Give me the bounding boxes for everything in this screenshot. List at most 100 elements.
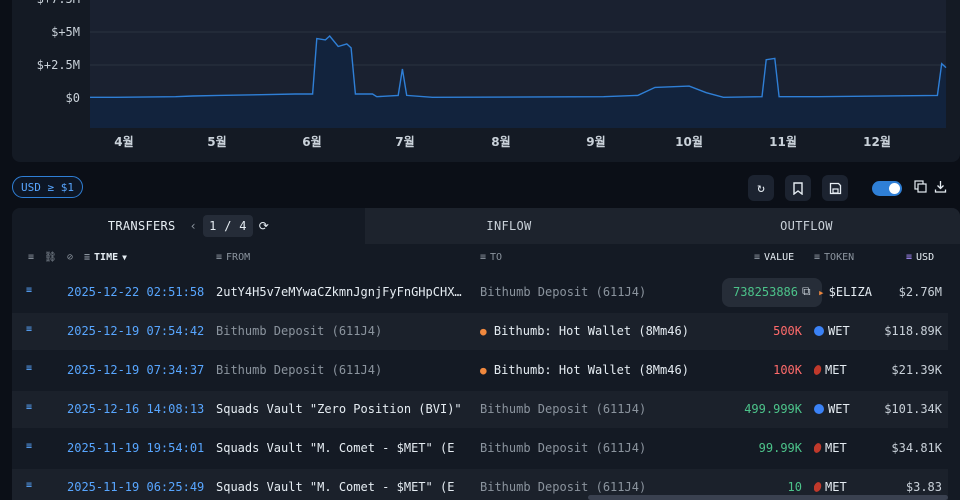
y-tick-label: $+2.5M — [37, 58, 80, 72]
row-value[interactable]: 500K — [773, 324, 802, 338]
row-to[interactable]: ● Bithumb: Hot Wallet (8Mm46) — [480, 363, 720, 377]
row-to[interactable]: Bithumb Deposit (611J4) — [480, 285, 720, 299]
x-tick-label: 7월 — [395, 134, 414, 149]
row-value[interactable]: 499.999K — [744, 402, 802, 416]
row-to[interactable]: ● Bithumb: Hot Wallet (8Mm46) — [480, 324, 720, 338]
row-to[interactable]: Bithumb Deposit (611J4) — [480, 441, 720, 455]
y-tick-label: $0 — [66, 91, 80, 105]
row-time[interactable]: 2025-12-19 07:54:42 — [67, 324, 204, 338]
filter-icon[interactable]: ≡ — [28, 252, 34, 263]
row-icon: ≡ — [26, 402, 33, 413]
row-to[interactable]: Bithumb Deposit (611J4) — [480, 480, 720, 494]
met-token-icon — [814, 481, 823, 493]
row-time[interactable]: 2025-11-19 06:25:49 — [67, 480, 204, 494]
wet-token-icon — [814, 404, 824, 414]
link-icon[interactable]: ⛓ — [44, 252, 57, 263]
bithumb-icon: ● — [480, 364, 487, 377]
tab-outflow[interactable]: OUTFLOW — [653, 208, 960, 244]
row-token[interactable]: MET — [814, 441, 847, 455]
usd-filter-label: USD ≥ $1 — [21, 180, 74, 194]
alert-refresh-button[interactable]: ↻ — [748, 175, 774, 201]
row-value[interactable]: 99.99K — [759, 441, 802, 455]
row-time[interactable]: 2025-12-16 14:08:13 — [67, 402, 204, 416]
column-time[interactable]: ≡ TIME ▼ — [84, 252, 127, 263]
x-tick-label: 5월 — [207, 134, 226, 149]
row-usd: $118.89K — [884, 324, 942, 338]
row-from[interactable]: Bithumb Deposit (611J4) — [216, 363, 466, 377]
row-token[interactable]: ▸ $ELIZA — [818, 285, 872, 299]
row-usd: $34.81K — [891, 441, 942, 455]
refresh-icon[interactable]: ⟳ — [259, 219, 269, 233]
usd-filter-pill[interactable]: USD ≥ $1 — [12, 176, 83, 198]
row-icon: ≡ — [26, 480, 33, 491]
met-token-icon — [814, 442, 823, 454]
table-row[interactable]: ≡ 2025-12-19 07:34:37 Bithumb Deposit (6… — [12, 352, 948, 389]
flow-chart: $+7.5M $+5M $+2.5M $0 4월 5월 6월 7월 8월 9월 10월 11월 12월 — [37, 0, 947, 149]
row-icon: ≡ — [26, 363, 33, 374]
tab-inflow[interactable]: INFLOW — [365, 208, 653, 244]
tab-transfers[interactable]: TRANSFERS ‹ 1 / 4 ⟳ — [12, 208, 365, 244]
tab-inflow-label: INFLOW — [486, 219, 532, 233]
row-icon: ≡ — [26, 324, 33, 335]
column-usd[interactable]: ≡ USD — [906, 252, 934, 263]
chevron-left-icon[interactable]: ‹ — [190, 219, 198, 233]
row-token[interactable]: MET — [814, 480, 847, 494]
row-icon: ≡ — [26, 441, 33, 452]
x-tick-label: 4월 — [114, 134, 133, 149]
chart-panel: $+7.5M $+5M $+2.5M $0 4월 5월 6월 7월 8월 9월 10월 11월 12월 — [12, 0, 960, 162]
save-icon — [829, 182, 841, 194]
y-tick-label: $+7.5M — [37, 0, 80, 6]
copy-icon — [914, 180, 927, 193]
copy-icon[interactable]: ⧉ — [802, 284, 811, 299]
wet-token-icon — [814, 326, 824, 336]
row-from[interactable]: Bithumb Deposit (611J4) — [216, 324, 466, 338]
column-value[interactable]: ≡ VALUE — [754, 252, 794, 263]
row-value[interactable]: 10 — [788, 480, 802, 494]
toggle-switch[interactable] — [872, 181, 902, 196]
row-value[interactable]: 738253886 — [733, 285, 798, 299]
row-usd: $101.34K — [884, 402, 942, 416]
row-time[interactable]: 2025-12-22 02:51:58 — [67, 285, 204, 299]
column-from[interactable]: ≡ FROM — [216, 252, 250, 263]
row-token[interactable]: MET — [814, 363, 847, 377]
row-from[interactable]: Squads Vault "M. Comet - $MET" (E — [216, 441, 466, 455]
row-to[interactable]: Bithumb Deposit (611J4) — [480, 402, 720, 416]
y-tick-label: $+5M — [51, 25, 80, 39]
horizontal-scrollbar[interactable] — [588, 495, 948, 500]
column-token[interactable]: ≡ TOKEN — [814, 252, 854, 263]
met-token-icon — [814, 364, 823, 376]
table-row[interactable]: ≡ 2025-11-19 19:54:01 Squads Vault "M. C… — [12, 430, 948, 467]
x-tick-label: 8월 — [491, 134, 510, 149]
row-time[interactable]: 2025-12-19 07:34:37 — [67, 363, 204, 377]
hide-icon[interactable]: ⊘ — [67, 252, 73, 263]
row-token[interactable]: WET — [814, 402, 850, 416]
flame-icon: ▸ — [818, 285, 825, 299]
table-row[interactable]: ≡ 2025-12-16 14:08:13 Squads Vault "Zero… — [12, 391, 948, 428]
table-header: ≡ ⛓ ⊘ ≡ TIME ▼ ≡ FROM ≡ TO ≡ VALUE ≡ TOKEN ≡ US… — [12, 248, 960, 270]
bookmark-button[interactable] — [785, 175, 811, 201]
copy-chart-button[interactable] — [914, 180, 927, 197]
row-usd: $2.76M — [898, 285, 942, 299]
save-button[interactable] — [822, 175, 848, 201]
row-icon: ≡ — [26, 285, 33, 296]
row-usd: $3.83 — [905, 480, 942, 494]
row-value[interactable]: 100K — [773, 363, 802, 377]
row-from[interactable]: Squads Vault "M. Comet - $MET" (E — [216, 480, 466, 494]
row-from[interactable]: 2utY4H5v7eMYwaCZkmnJgnjFyFnGHpCHXmVHp — [216, 285, 466, 299]
x-tick-label: 10월 — [675, 134, 703, 149]
alert-refresh-icon: ↻ — [757, 180, 765, 196]
row-token[interactable]: WET — [814, 324, 850, 338]
column-to[interactable]: ≡ TO — [480, 252, 502, 263]
row-usd: $21.39K — [891, 363, 942, 377]
tab-bar: TRANSFERS ‹ 1 / 4 ⟳ INFLOW OUTFLOW — [12, 208, 960, 244]
tab-outflow-label: OUTFLOW — [780, 219, 833, 233]
table-row[interactable]: ≡ 2025-12-19 07:54:42 Bithumb Deposit (6… — [12, 313, 948, 350]
download-icon — [934, 181, 947, 193]
toggle-knob — [889, 183, 900, 194]
x-tick-label: 11월 — [769, 134, 797, 149]
row-from[interactable]: Squads Vault "Zero Position (BVI)" — [216, 402, 466, 416]
table-row[interactable]: ≡ 2025-12-22 02:51:58 2utY4H5v7eMYwaCZkm… — [12, 274, 948, 311]
page-indicator: 1 / 4 — [203, 215, 253, 237]
row-time[interactable]: 2025-11-19 19:54:01 — [67, 441, 204, 455]
download-button[interactable] — [934, 180, 947, 197]
